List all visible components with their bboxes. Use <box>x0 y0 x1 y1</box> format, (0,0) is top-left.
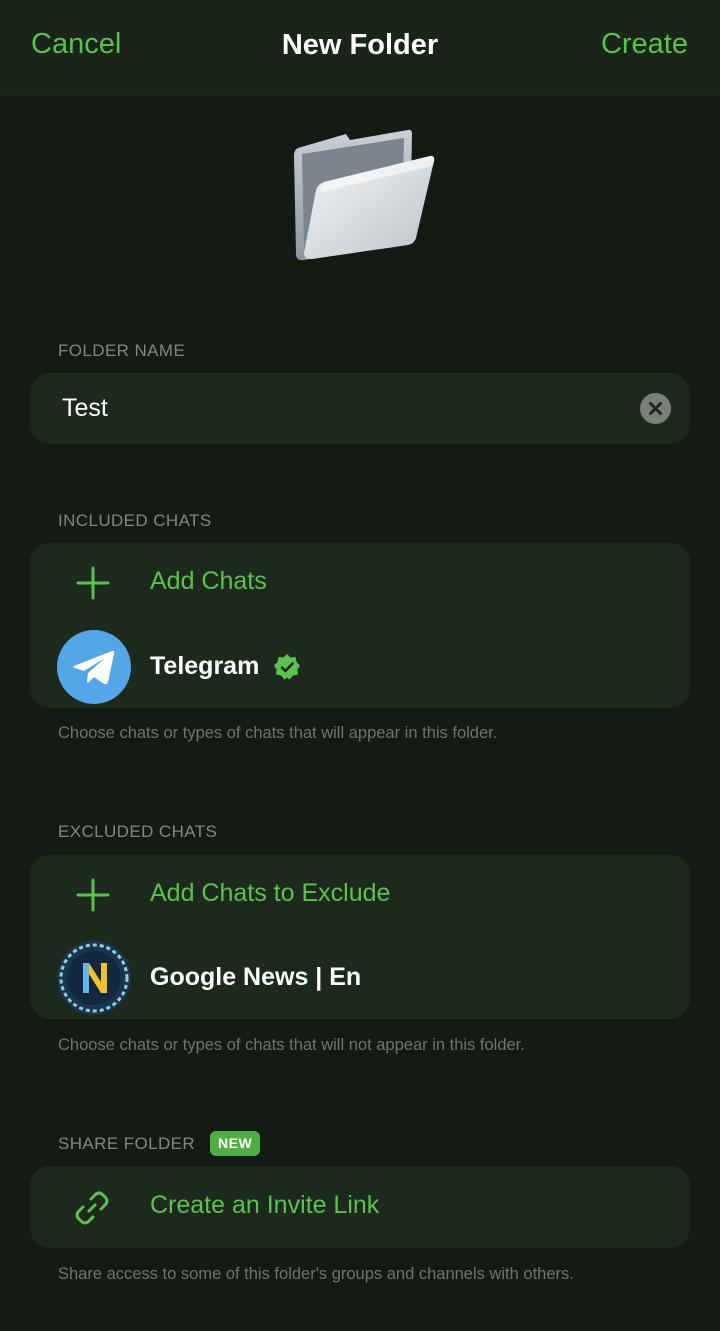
clear-input-button[interactable] <box>640 393 671 424</box>
link-icon <box>75 1191 109 1225</box>
folder-name-header: FOLDER NAME <box>58 341 186 360</box>
excluded-chats-header: EXCLUDED CHATS <box>58 822 218 841</box>
folder-name-card <box>30 373 690 444</box>
add-chats-to-exclude-row[interactable]: Add Chats to Exclude <box>30 855 690 935</box>
navigation-bar: Cancel New Folder Create <box>0 0 720 96</box>
add-chats-label: Add Chats <box>150 567 267 595</box>
google-news-logo-icon <box>59 943 129 1013</box>
plus-icon <box>76 566 110 600</box>
share-folder-card: Create an Invite Link <box>30 1166 690 1248</box>
included-chats-header: INCLUDED CHATS <box>58 511 212 530</box>
included-chats-footer: Choose chats or types of chats that will… <box>58 724 498 742</box>
share-folder-footer: Share access to some of this folder's gr… <box>58 1265 574 1283</box>
folder-name-input[interactable] <box>60 373 620 444</box>
create-invite-link-label: Create an Invite Link <box>150 1191 380 1219</box>
chat-name: Google News | En <box>150 963 362 991</box>
close-icon <box>649 402 662 415</box>
folder-icon <box>294 129 435 261</box>
new-folder-screen: Cancel New Folder Create FOLDER NAME Tes… <box>0 0 720 1331</box>
google-news-avatar <box>57 941 131 1015</box>
included-chats-card: Add Chats Telegram <box>30 543 690 708</box>
cancel-button[interactable]: Cancel <box>31 28 121 61</box>
add-chats-row[interactable]: Add Chats <box>30 543 690 623</box>
new-badge: NEW <box>210 1131 261 1156</box>
create-button[interactable]: Create <box>601 28 688 61</box>
share-folder-header: SHARE FOLDER <box>58 1134 196 1153</box>
excluded-chats-footer: Choose chats or types of chats that will… <box>58 1036 525 1054</box>
chat-item-google-news[interactable]: Google News | En <box>30 939 690 1019</box>
paper-plane-icon <box>73 650 115 685</box>
excluded-chats-card: Add Chats to Exclude Google News | En <box>30 855 690 1019</box>
telegram-avatar <box>57 630 131 704</box>
verified-badge-icon <box>274 654 300 680</box>
add-chats-to-exclude-label: Add Chats to Exclude <box>150 879 391 907</box>
create-invite-link-row[interactable]: Create an Invite Link <box>30 1167 690 1247</box>
chat-item-telegram[interactable]: Telegram <box>30 628 690 708</box>
chat-name: Telegram <box>150 652 260 680</box>
plus-icon <box>76 878 110 912</box>
